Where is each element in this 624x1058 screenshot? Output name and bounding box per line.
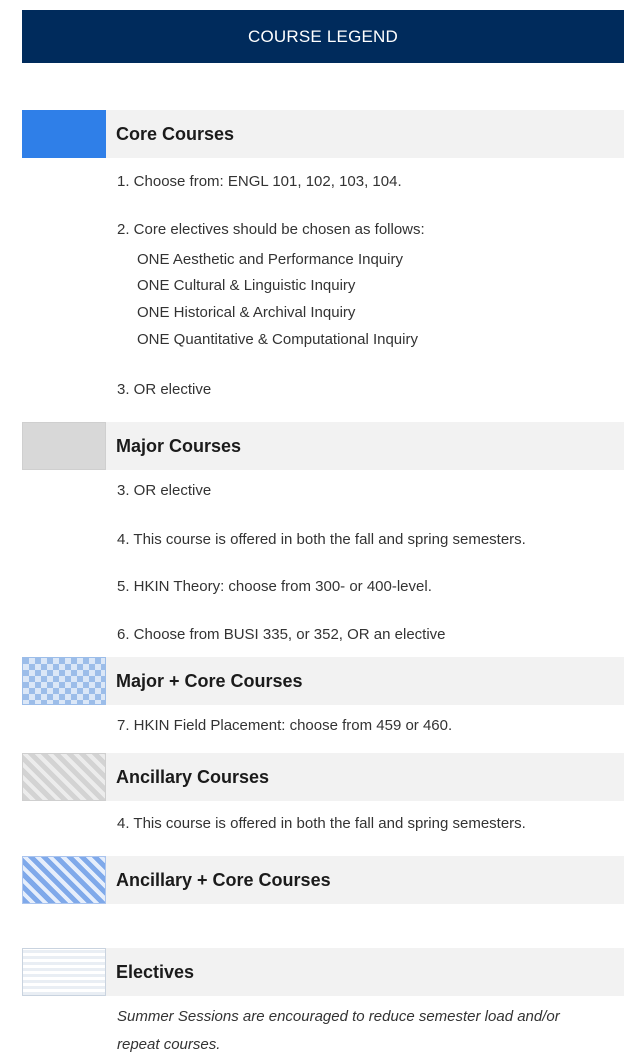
major-title: Major Courses — [106, 422, 624, 470]
major-core-title: Major + Core Courses — [106, 657, 624, 705]
note-2: 2. Core electives should be chosen as fo… — [117, 221, 425, 238]
electives-note-line2: repeat courses. — [117, 1036, 221, 1053]
course-legend-header: COURSE LEGEND — [22, 10, 624, 63]
note-7: 7. HKIN Field Placement: choose from 459… — [117, 717, 453, 734]
electives-title: Electives — [106, 948, 624, 996]
ancillary-core-title: Ancillary + Core Courses — [106, 856, 624, 904]
note-4-major: 4. This course is offered in both the fa… — [117, 531, 526, 548]
note-2d: ONE Quantitative & Computational Inquiry — [137, 331, 418, 348]
note-3-major: 3. OR elective — [117, 482, 212, 499]
legend-row-major-core: Major + Core Courses — [22, 657, 624, 705]
legend-row-core: Core Courses — [22, 110, 624, 158]
ancillary-title: Ancillary Courses — [106, 753, 624, 801]
note-5: 5. HKIN Theory: choose from 300- or 400-… — [117, 578, 432, 595]
core-title: Core Courses — [106, 110, 624, 158]
note-3-core: 3. OR elective — [117, 381, 212, 398]
note-2b: ONE Cultural & Linguistic Inquiry — [137, 277, 356, 294]
ancillary-swatch — [22, 753, 106, 801]
note-1: 1. Choose from: ENGL 101, 102, 103, 104. — [117, 173, 402, 190]
legend-row-electives: Electives — [22, 948, 624, 996]
major-core-swatch — [22, 657, 106, 705]
legend-row-ancillary-core: Ancillary + Core Courses — [22, 856, 624, 904]
core-swatch — [22, 110, 106, 158]
course-legend-title: COURSE LEGEND — [248, 26, 398, 46]
note-2c: ONE Historical & Archival Inquiry — [137, 304, 356, 321]
electives-swatch — [22, 948, 106, 996]
note-4-ancillary: 4. This course is offered in both the fa… — [117, 815, 526, 832]
note-6: 6. Choose from BUSI 335, or 352, OR an e… — [117, 626, 446, 643]
ancillary-core-swatch — [22, 856, 106, 904]
note-2a: ONE Aesthetic and Performance Inquiry — [137, 251, 403, 268]
legend-row-major: Major Courses — [22, 422, 624, 470]
legend-row-ancillary: Ancillary Courses — [22, 753, 624, 801]
electives-note-line1: Summer Sessions are encouraged to reduce… — [117, 1008, 560, 1025]
major-swatch — [22, 422, 106, 470]
